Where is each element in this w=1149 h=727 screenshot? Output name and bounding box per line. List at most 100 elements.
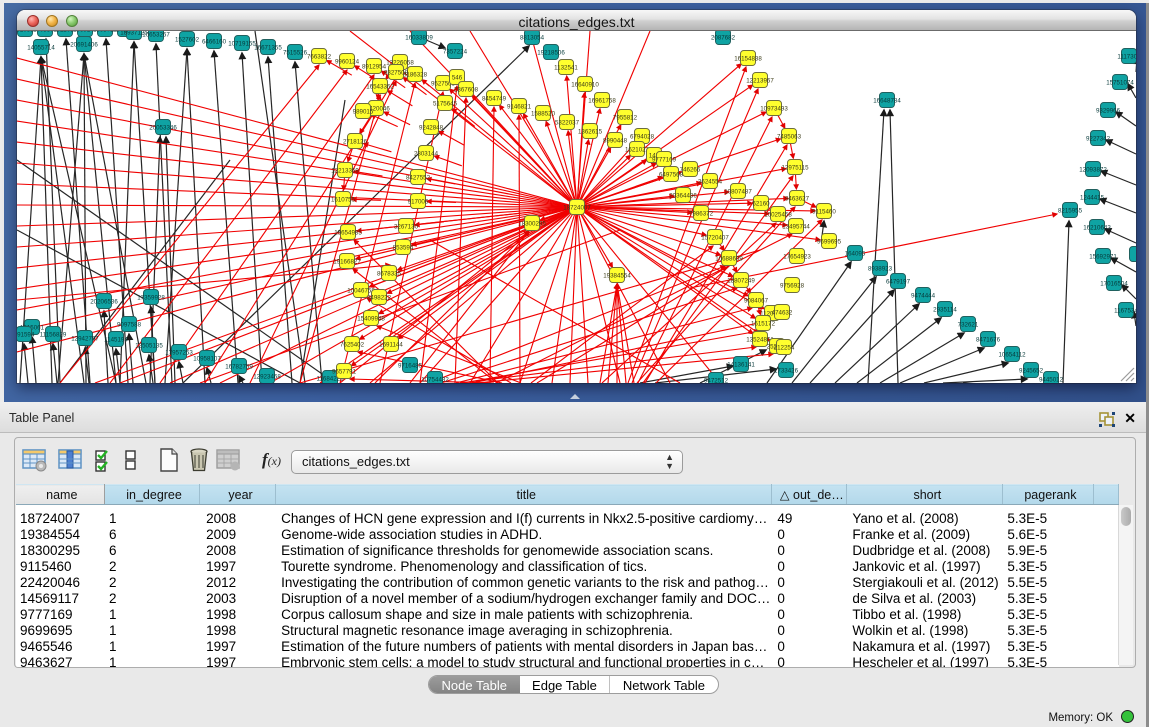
svg-text:1145194: 1145194 [104,336,128,343]
svg-text:10807487: 10807487 [724,188,752,195]
svg-text:12942757: 12942757 [71,335,99,342]
svg-text:20053346: 20053346 [149,124,177,131]
svg-text:6466160: 6466160 [202,38,227,45]
svg-text:11156829: 11156829 [40,331,67,338]
svg-text:8427552: 8427552 [406,174,431,181]
svg-text:12505135: 12505135 [135,342,163,349]
svg-text:5322037: 5322037 [555,119,580,126]
svg-text:6497568: 6497568 [659,171,684,178]
svg-text:17957253: 17957253 [165,349,193,356]
svg-text:12975115: 12975115 [781,164,809,171]
svg-text:16961758: 16961758 [588,97,616,104]
svg-text:10653267: 10653267 [142,31,170,38]
svg-text:474632: 474632 [772,309,793,316]
svg-text:3267130: 3267130 [394,223,419,230]
svg-text:1610755: 1610755 [331,196,356,203]
svg-text:17359928: 17359928 [137,294,165,301]
svg-text:7663822: 7663822 [307,53,332,60]
svg-text:732621: 732621 [958,321,979,328]
svg-text:6479197: 6479197 [886,278,911,285]
svg-text:212254: 212254 [774,344,795,351]
svg-text:1691144: 1691144 [379,341,403,348]
svg-text:1527602: 1527602 [175,36,200,43]
svg-text:9245652: 9245652 [1019,367,1044,374]
svg-text:8215955: 8215955 [1058,207,1083,214]
svg-text:10719155: 10719155 [228,40,256,47]
svg-text:9474444: 9474444 [911,292,936,299]
svg-text:7955812: 7955812 [613,114,638,121]
svg-text:9472512: 9472512 [704,377,729,383]
svg-text:3498222: 3498222 [367,294,392,301]
svg-text:18724007: 18724007 [563,204,591,211]
svg-text:19166827: 19166827 [333,258,361,265]
svg-text:17654923: 17654923 [783,253,811,260]
svg-text:1132541: 1132541 [554,64,578,71]
svg-text:10958107: 10958107 [193,355,221,362]
svg-text:8454749: 8454749 [482,95,507,102]
svg-text:853594: 853594 [393,244,414,251]
svg-text:19218506: 19218506 [537,49,565,56]
svg-text:1362615: 1362615 [578,128,603,135]
svg-text:15720407: 15720407 [701,234,729,241]
svg-text:20206536: 20206536 [90,298,118,305]
svg-text:9960124: 9960124 [335,58,360,65]
svg-text:8990448: 8990448 [603,137,628,144]
svg-text:16671355: 16671355 [254,44,282,51]
svg-text:15409948: 15409948 [357,315,385,322]
svg-text:9777169: 9777169 [652,156,677,163]
svg-text:9327508: 9327508 [384,69,409,76]
svg-text:10973493: 10973493 [760,105,788,112]
svg-text:1615172: 1615172 [751,320,776,327]
svg-text:8678335: 8678335 [377,270,402,277]
svg-text:9756928: 9756928 [780,282,805,289]
svg-text:20364436: 20364436 [669,192,697,199]
svg-text:15751074: 15751074 [1106,79,1134,86]
svg-text:16154838: 16154838 [734,55,762,62]
svg-text:19384554: 19384554 [603,272,631,279]
svg-text:10688609: 10688609 [715,255,743,262]
svg-text:6794028: 6794028 [630,133,655,140]
svg-text:10654112: 10654112 [998,351,1026,358]
svg-text:20691406: 20691406 [70,41,98,48]
svg-text:16210643: 16210643 [1083,224,1111,231]
svg-text:8813054: 8813054 [520,34,545,41]
svg-text:8912954: 8912954 [362,63,387,70]
svg-text:10754432: 10754432 [421,376,449,383]
svg-text:16033809: 16033809 [405,34,433,41]
svg-text:9329966: 9329966 [1096,107,1121,114]
svg-text:9463627: 9463627 [785,195,810,202]
svg-text:1733426: 1733426 [774,367,799,374]
svg-text:16648784: 16648784 [873,97,901,104]
svg-text:17016504: 17016504 [1100,280,1128,287]
svg-text:8938923: 8938923 [868,265,893,272]
svg-text:14055714: 14055714 [27,44,55,51]
svg-text:9084067: 9084067 [744,297,769,304]
svg-text:9146821: 9146821 [507,103,532,110]
svg-text:2718126: 2718126 [343,138,368,145]
svg-text:9445012: 9445012 [1039,376,1064,383]
svg-text:12093872: 12093872 [1079,166,1107,173]
svg-text:9657791: 9657791 [332,368,357,375]
svg-text:2087682: 2087682 [711,34,736,41]
svg-text:1117305: 1117305 [1117,53,1136,60]
svg-text:1621022: 1621022 [625,146,650,153]
svg-text:7625402: 7625402 [340,341,365,348]
svg-text:16543362: 16543362 [366,83,394,90]
svg-text:18300295: 18300295 [518,220,546,227]
svg-text:9097588: 9097588 [117,321,142,328]
svg-text:14136141: 14136141 [727,361,755,368]
svg-text:917006: 917006 [408,198,429,205]
svg-text:164095: 164095 [845,250,866,257]
svg-text:7986372: 7986372 [689,210,714,217]
svg-text:546: 546 [452,74,463,81]
svg-text:1588520: 1588520 [531,110,556,117]
svg-text:10025458: 10025458 [764,211,792,218]
svg-text:62160: 62160 [752,200,770,207]
svg-text:989015: 989015 [353,108,374,115]
svg-text:9716485: 9716485 [398,362,423,369]
svg-text:2935114: 2935114 [933,306,957,313]
svg-text:7357224: 7357224 [443,48,468,55]
svg-text:9227342: 9227342 [1086,135,1111,142]
svg-text:7485063: 7485063 [777,133,802,140]
svg-text:2803144: 2803144 [414,150,439,157]
